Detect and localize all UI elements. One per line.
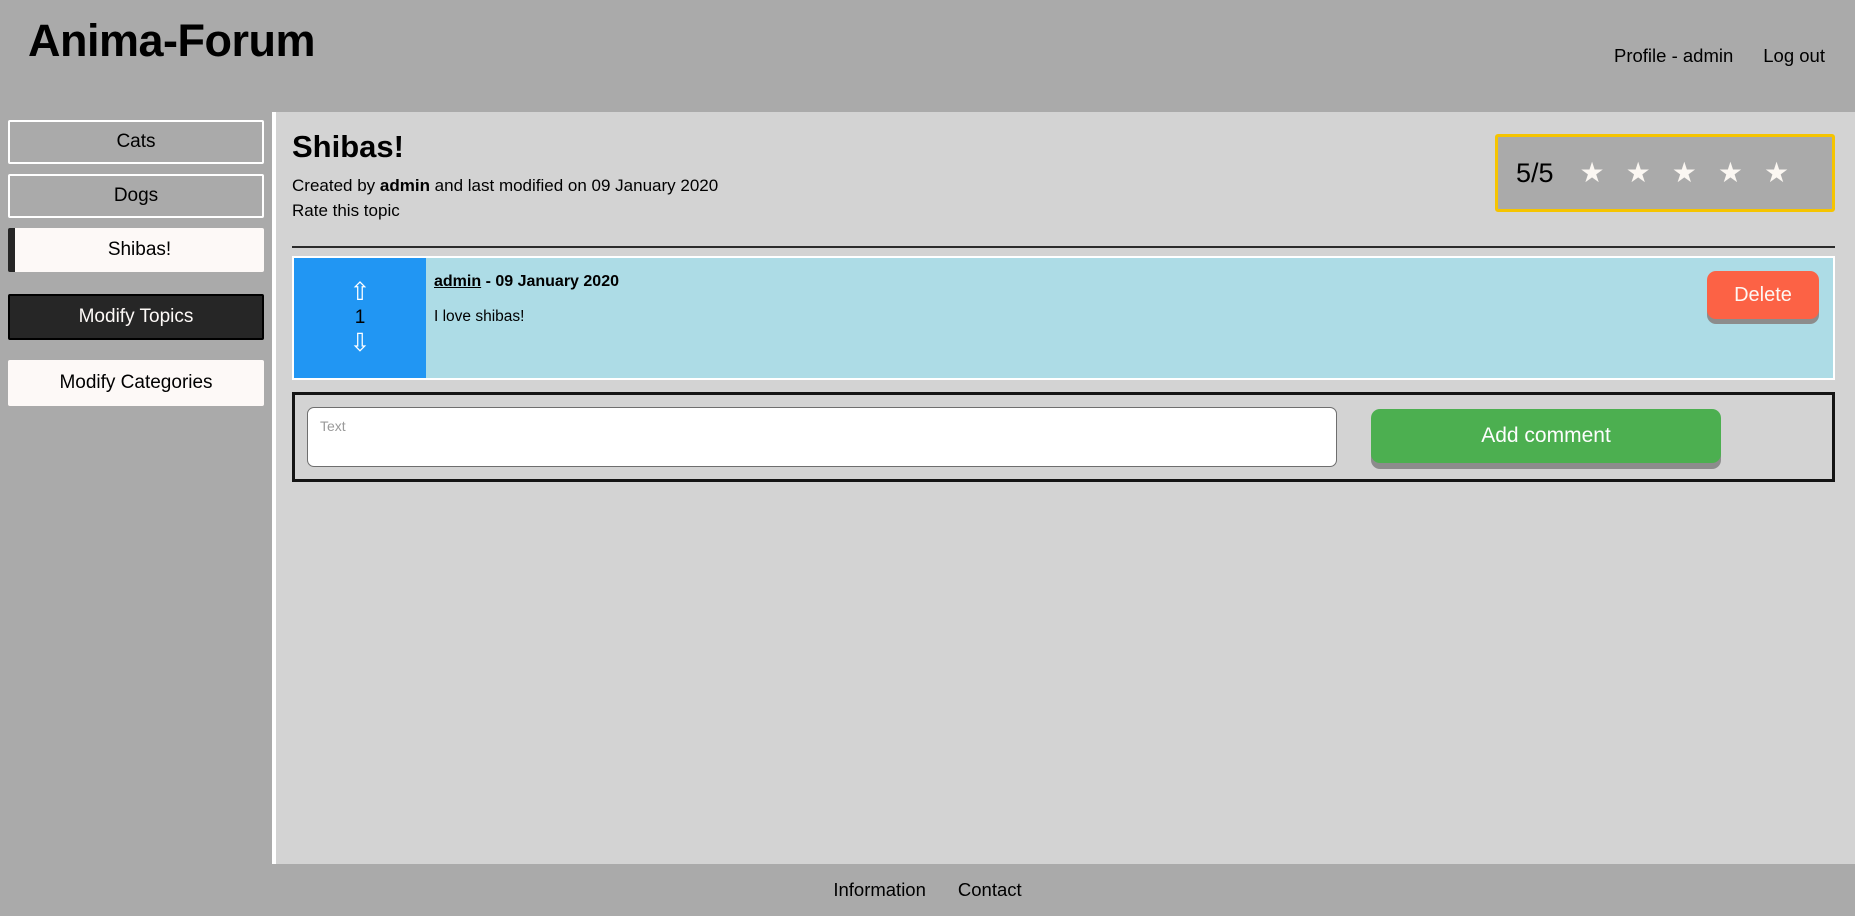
sidebar-item-label: Shibas!	[107, 239, 172, 260]
logout-link[interactable]: Log out	[1763, 45, 1825, 67]
add-comment-button[interactable]: Add comment	[1371, 409, 1721, 463]
topic-modified-text: and last modified on 09 January 2020	[429, 176, 719, 196]
downvote-arrow-icon[interactable]: ⇩	[350, 330, 371, 357]
information-link[interactable]: Information	[833, 879, 926, 901]
comment-item: ⇧ 1 ⇩ admin - 09 January 2020 I love shi…	[292, 256, 1835, 380]
rating-star-3[interactable]: ★	[1672, 159, 1697, 187]
comment-date-separator: -	[481, 273, 496, 290]
sidebar-item-shibas[interactable]: Shibas!	[8, 228, 264, 272]
sidebar: Cats Dogs Shibas! Modify Topics Modify C…	[0, 112, 272, 864]
topic-header: Shibas! Created by admin and last modifi…	[292, 129, 1835, 240]
section-divider	[292, 246, 1835, 248]
comment-author-link[interactable]: admin	[434, 273, 481, 290]
rating-star-1[interactable]: ★	[1580, 159, 1605, 187]
rating-star-2[interactable]: ★	[1626, 159, 1651, 187]
upvote-arrow-icon[interactable]: ⇧	[350, 279, 371, 306]
comment-date: 09 January 2020	[495, 273, 619, 290]
sidebar-item-label: Modify Categories	[59, 372, 213, 393]
topic-author: admin	[379, 176, 430, 196]
contact-link[interactable]: Contact	[958, 879, 1022, 901]
sidebar-item-cats[interactable]: Cats	[8, 120, 264, 164]
site-logo-title: Anima-Forum	[28, 15, 316, 66]
sidebar-item-modify-topics[interactable]: Modify Topics	[8, 294, 264, 340]
sidebar-item-label: Cats	[116, 131, 156, 152]
rating-widget: 5/5 ★ ★ ★ ★ ★	[1495, 134, 1835, 212]
comment-text: I love shibas!	[434, 308, 525, 325]
site-footer: Information Contact	[0, 864, 1855, 916]
vote-count: 1	[354, 306, 366, 328]
sidebar-item-dogs[interactable]: Dogs	[8, 174, 264, 218]
header-nav: Profile - admin Log out	[1614, 45, 1825, 67]
comment-text-input[interactable]	[307, 407, 1337, 467]
created-by-prefix: Created by	[292, 176, 380, 196]
comment-header: admin - 09 January 2020	[434, 273, 1833, 291]
vote-column: ⇧ 1 ⇩	[294, 258, 426, 378]
add-comment-form: Add comment	[292, 392, 1835, 482]
rating-score-label: 5/5	[1516, 157, 1554, 188]
delete-comment-button[interactable]: Delete	[1707, 271, 1819, 319]
sidebar-item-label: Dogs	[113, 185, 159, 206]
main-content: Shibas! Created by admin and last modifi…	[276, 112, 1855, 864]
rating-star-4[interactable]: ★	[1718, 159, 1743, 187]
rating-star-5[interactable]: ★	[1764, 159, 1789, 187]
comment-body: admin - 09 January 2020 I love shibas! D…	[426, 258, 1833, 378]
sidebar-item-modify-categories[interactable]: Modify Categories	[8, 360, 264, 406]
profile-link[interactable]: Profile - admin	[1614, 45, 1733, 67]
site-header: Anima-Forum Profile - admin Log out	[0, 0, 1855, 112]
sidebar-item-label: Modify Topics	[78, 306, 194, 327]
